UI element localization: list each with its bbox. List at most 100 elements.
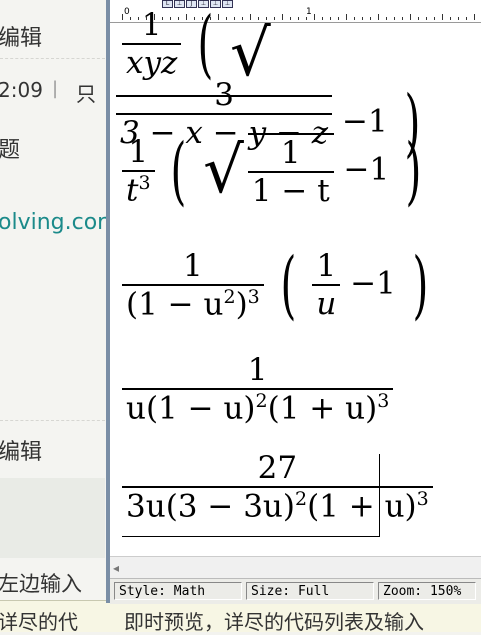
eq3-den-close: ) bbox=[235, 286, 248, 323]
eq5-den-b: (1 + u) bbox=[307, 488, 417, 525]
eq2-denominator: t3 bbox=[122, 172, 155, 208]
eq4-fraction: 1 u(1 − u)2(1 + u)3 bbox=[122, 352, 394, 426]
equation-2[interactable]: 1 t3 ( √ 1 1 − t −1 ) bbox=[122, 133, 428, 209]
edit-link-2[interactable]: 编辑 bbox=[0, 434, 42, 466]
eq3-tail: −1 bbox=[350, 265, 396, 302]
eq3-numerator: 1 bbox=[183, 248, 203, 284]
eq4-den-b: (1 + u) bbox=[267, 390, 378, 427]
eq2-inner-denominator: 1 − t bbox=[251, 173, 330, 209]
eq3-den-open: (1 − u bbox=[126, 286, 224, 323]
ruler-tick bbox=[466, 17, 467, 20]
divider bbox=[0, 58, 105, 59]
ruler-tick bbox=[474, 14, 475, 20]
ruler-tick bbox=[330, 17, 331, 20]
ruler-tick bbox=[186, 14, 187, 20]
eq3-inner-denominator: u bbox=[316, 286, 337, 323]
eq1-fraction: 1 xyz bbox=[122, 7, 182, 81]
eq4-den-a: u(1 − u) bbox=[126, 390, 256, 427]
radical-sign: √ bbox=[203, 134, 244, 208]
right-paren: ) bbox=[405, 128, 422, 214]
ruler-tick bbox=[314, 14, 315, 20]
scroll-left-arrow-icon[interactable]: ◂ bbox=[113, 561, 119, 575]
right-paren: ) bbox=[412, 242, 429, 329]
eq2-numerator: 1 bbox=[128, 133, 149, 170]
equation-5[interactable]: 27 3u(3 − 3u)2(1 + u)3 bbox=[122, 450, 433, 524]
ruler[interactable]: L ⊥ J ⊥ ⊥ ⊥ 0 1 bbox=[110, 0, 481, 23]
ruler-tick bbox=[362, 17, 363, 20]
ruler-tick bbox=[410, 14, 411, 20]
status-bar: Style: Math Size: Full Zoom: 150% bbox=[110, 578, 481, 604]
eq4-denominator: u(1 − u)2(1 + u)3 bbox=[122, 390, 393, 426]
equation-4[interactable]: 1 u(1 − u)2(1 + u)3 bbox=[122, 352, 394, 426]
eq4-den-b-exponent: 3 bbox=[377, 390, 390, 412]
ruler-label-0: 0 bbox=[124, 7, 130, 17]
edit-link-1[interactable]: 编辑 bbox=[0, 20, 42, 52]
ruler-tick bbox=[130, 17, 131, 20]
eq1-denominator: xyz bbox=[126, 45, 178, 81]
ruler-tick bbox=[170, 17, 171, 20]
ruler-tick bbox=[322, 17, 323, 20]
left-paren: ( bbox=[280, 242, 297, 329]
eq2-den-exponent: 3 bbox=[138, 171, 151, 194]
eq2-den-base: t bbox=[126, 172, 139, 209]
equation-3[interactable]: 1 (1 − u2)3 ( 1 u −1 ) bbox=[122, 248, 435, 322]
ruler-label-1: 1 bbox=[306, 7, 312, 17]
reply-box bbox=[0, 478, 105, 558]
eq3-fraction: 1 (1 − u2)3 bbox=[122, 248, 264, 322]
eq3-denominator: (1 − u2)3 bbox=[122, 286, 264, 322]
readonly-text: 只 bbox=[76, 82, 96, 106]
horizontal-scrollbar[interactable]: ◂ bbox=[110, 556, 481, 579]
box-right-border bbox=[379, 454, 380, 536]
eq1-numerator: 1 bbox=[141, 7, 162, 43]
help-text-line-1: 左边输入 bbox=[0, 572, 82, 596]
tab-stop-center-icon[interactable]: ⊥ bbox=[174, 0, 185, 8]
eq2-radicand: 1 1 − t bbox=[247, 133, 334, 209]
divider bbox=[0, 420, 105, 421]
eq4-numerator: 1 bbox=[247, 352, 268, 388]
ruler-tick bbox=[218, 14, 219, 20]
ruler-tick bbox=[306, 17, 307, 20]
eq5-den-a-exponent: 2 bbox=[294, 488, 308, 510]
eq3-inner-numerator: 1 bbox=[316, 248, 337, 285]
ruler-tick bbox=[402, 17, 403, 20]
post-timestamp: 2:09 bbox=[0, 78, 43, 102]
eq2-inner-numerator: 1 bbox=[280, 135, 301, 171]
eq5-den-b-exponent: 3 bbox=[416, 488, 429, 510]
ruler-tick bbox=[426, 17, 427, 20]
ruler-tick bbox=[418, 17, 419, 20]
eq5-fraction: 27 3u(3 − 3u)2(1 + u)3 bbox=[122, 450, 433, 524]
ruler-tick bbox=[274, 17, 275, 20]
ruler-tick bbox=[338, 17, 339, 20]
box-bottom-border bbox=[122, 536, 380, 537]
left-paren: ( bbox=[197, 1, 214, 87]
ruler-tick bbox=[370, 17, 371, 20]
ruler-tick bbox=[178, 17, 179, 20]
meta-separator: | bbox=[52, 78, 59, 99]
ruler-tick bbox=[386, 17, 387, 20]
ruler-tick bbox=[282, 14, 283, 20]
ruler-tick bbox=[298, 17, 299, 20]
eq2-fraction: 1 t3 bbox=[122, 134, 155, 208]
eq3-inner-fraction: 1 u bbox=[312, 248, 341, 323]
eq2-tail: −1 bbox=[343, 151, 390, 188]
ruler-tick bbox=[194, 17, 195, 20]
status-style[interactable]: Style: Math bbox=[114, 582, 242, 600]
ruler-tick bbox=[434, 17, 435, 20]
ruler-tick bbox=[378, 14, 379, 20]
status-zoom[interactable]: Zoom: 150% bbox=[378, 582, 476, 600]
eq4-den-a-exponent: 2 bbox=[255, 390, 268, 412]
topic-label: 题 bbox=[0, 138, 21, 163]
tab-stop-right-icon[interactable]: J bbox=[186, 0, 197, 8]
status-size[interactable]: Size: Full bbox=[246, 582, 374, 600]
tab-stop-extra-icon[interactable]: ⊥ bbox=[222, 0, 233, 8]
eq3-den-exponent: 3 bbox=[247, 286, 260, 308]
ruler-tick bbox=[346, 14, 347, 20]
eq3-den-inner-exponent: 2 bbox=[223, 286, 236, 308]
ruler-tick bbox=[394, 17, 395, 20]
site-link[interactable]: olving.cor bbox=[0, 210, 106, 235]
ruler-tick bbox=[226, 17, 227, 20]
ruler-tick bbox=[354, 17, 355, 20]
ruler-tick bbox=[290, 17, 291, 20]
ruler-tick bbox=[122, 14, 123, 20]
eq5-numerator: 27 bbox=[257, 450, 298, 486]
